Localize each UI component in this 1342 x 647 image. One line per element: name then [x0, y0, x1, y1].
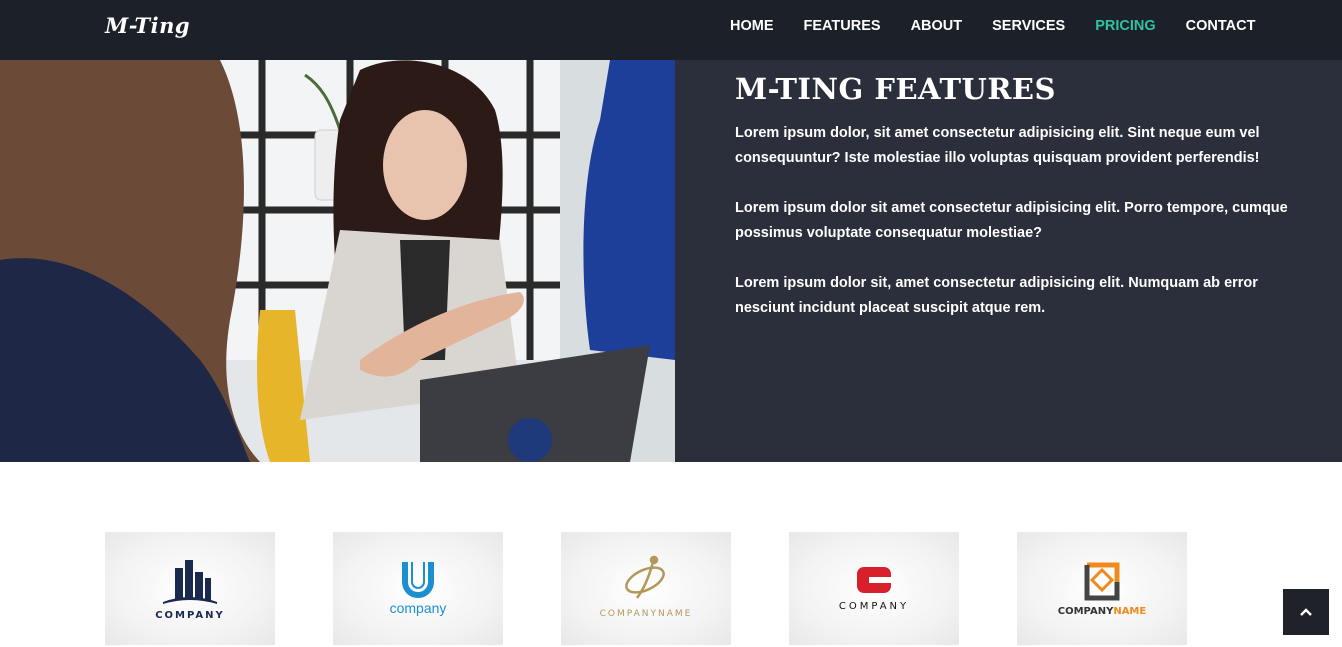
client-logo-text: COMPANY	[155, 610, 225, 621]
navbar: M-Ting HOME FEATURES ABOUT SERVICES PRIC…	[0, 0, 1342, 60]
swirl-logo-icon	[625, 555, 665, 599]
client-logo-card: COMPANY	[789, 532, 959, 645]
nav-link-pricing[interactable]: PRICING	[1095, 18, 1155, 34]
brand-logo[interactable]: M-Ting	[105, 13, 190, 38]
client-logo-card: COMPANY	[105, 532, 275, 645]
chevron-up-icon	[1300, 608, 1312, 616]
features-paragraph: Lorem ipsum dolor sit, amet consectetur …	[735, 275, 1258, 316]
client-logo-text: COMPANYNAME	[600, 609, 693, 619]
nav-link-services[interactable]: SERVICES	[992, 18, 1065, 34]
meeting-photo	[0, 60, 675, 462]
nav-link-home[interactable]: HOME	[730, 18, 774, 34]
client-logo-text: company	[390, 600, 447, 616]
nav-link-features[interactable]: FEATURES	[804, 18, 881, 34]
u-letter-logo-icon	[402, 562, 434, 598]
features-title: M-TING FEATURES	[735, 72, 1056, 106]
features-paragraph: Lorem ipsum dolor sit amet consectetur a…	[735, 200, 1288, 241]
buildings-logo-icon	[163, 560, 217, 604]
c-letter-logo-icon	[857, 567, 893, 593]
nav-link-contact[interactable]: CONTACT	[1186, 18, 1256, 34]
client-logo-text: COMPANY	[839, 601, 909, 612]
back-to-top-button[interactable]	[1283, 589, 1329, 635]
client-logo-card: COMPANYNAME	[1017, 532, 1187, 645]
client-logo-card: COMPANYNAME	[561, 532, 731, 645]
client-logo-card: company	[333, 532, 503, 645]
diamond-logo-icon	[1084, 562, 1120, 601]
features-panel: M-TING FEATURES Lorem ipsum dolor, sit a…	[675, 60, 1342, 462]
client-logo-text: COMPANYNAME	[1058, 606, 1147, 617]
features-paragraph: Lorem ipsum dolor, sit amet consectetur …	[735, 125, 1260, 166]
nav-menu: HOME FEATURES ABOUT SERVICES PRICING CON…	[730, 18, 1255, 34]
nav-link-about[interactable]: ABOUT	[911, 18, 963, 34]
